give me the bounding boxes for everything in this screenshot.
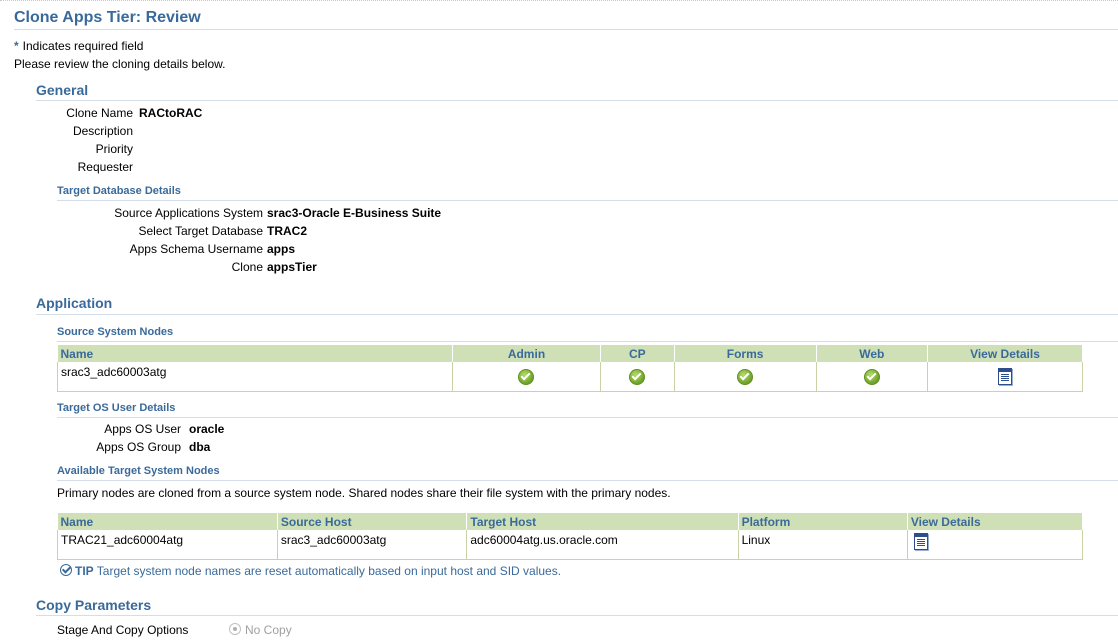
table-header-row: Name Source Host Target Host Platform Vi… — [57, 513, 1084, 530]
source-nodes-divider — [57, 341, 1118, 342]
target-nodes-divider — [57, 480, 1118, 481]
os-user-divider — [57, 417, 1118, 418]
table-header-row: Name Admin CP Forms Web View Details — [57, 345, 1084, 362]
tip-check-icon — [60, 564, 72, 576]
description-label: Description — [72, 124, 133, 138]
admin-cell — [451, 362, 602, 392]
target-database-heading: Target Database Details — [57, 185, 181, 197]
apps-os-user-label: Apps OS User — [104, 422, 181, 436]
column-view-details: View Details — [927, 345, 1084, 362]
page-top-border — [0, 0, 1118, 1]
column-source-host: Source Host — [277, 513, 468, 530]
table-row: TRAC21_adc60004atg srac3_adc60003atg adc… — [57, 530, 1084, 560]
required-note-text: Indicates required field — [22, 39, 144, 53]
source-app-system-value: srac3-Oracle E-Business Suite — [267, 206, 442, 220]
check-icon — [629, 368, 646, 385]
column-cp: CP — [600, 345, 675, 362]
view-details-cell — [906, 530, 1084, 560]
target-database-divider — [57, 200, 1118, 201]
tip-text: Target system node names are reset autom… — [96, 564, 562, 578]
clone-label: Clone — [231, 260, 263, 274]
general-heading: General — [36, 82, 89, 98]
check-icon — [863, 368, 880, 385]
radio-button[interactable] — [229, 623, 241, 635]
required-star-icon: * — [14, 39, 19, 53]
no-copy-label: No Copy — [245, 623, 292, 637]
web-cell — [815, 362, 928, 392]
column-web: Web — [816, 345, 928, 362]
intro-text: Please review the cloning details below. — [14, 57, 226, 71]
target-database-label: Select Target Database — [138, 224, 263, 238]
target-nodes-description: Primary nodes are cloned from a source s… — [57, 486, 671, 500]
copy-parameters-divider — [36, 615, 1118, 616]
column-admin: Admin — [452, 345, 602, 362]
application-heading: Application — [36, 295, 113, 311]
general-divider — [36, 100, 1118, 101]
column-name: Name — [57, 345, 453, 362]
apps-schema-username-label: Apps Schema Username — [129, 242, 263, 256]
source-node-name: srac3_adc60003atg — [57, 362, 453, 392]
target-nodes-table: Name Source Host Target Host Platform Vi… — [57, 513, 1084, 560]
os-user-heading: Target OS User Details — [57, 402, 176, 414]
clone-name-label: Clone Name — [66, 106, 133, 120]
target-node-name: TRAC21_adc60004atg — [57, 530, 278, 560]
cp-cell — [600, 362, 675, 392]
title-divider — [14, 29, 1118, 30]
clone-name-value: RACtoRAC — [139, 106, 203, 120]
check-icon — [518, 368, 535, 385]
table-row: srac3_adc60003atg — [57, 362, 1084, 392]
column-forms: Forms — [674, 345, 817, 362]
apps-os-user-value: oracle — [189, 422, 225, 436]
column-target-host: Target Host — [466, 513, 739, 530]
application-divider — [36, 314, 1118, 315]
source-nodes-heading: Source System Nodes — [57, 326, 174, 338]
column-view-details: View Details — [907, 513, 1084, 530]
page-title: Clone Apps Tier: Review — [14, 9, 201, 26]
tip-note: TIP Target system node names are reset a… — [60, 564, 561, 578]
platform-cell: Linux — [737, 530, 908, 560]
apps-schema-username-value: apps — [267, 242, 296, 256]
check-icon — [737, 368, 754, 385]
view-details-icon[interactable] — [913, 533, 928, 550]
required-field-note: * Indicates required field — [14, 39, 143, 53]
view-details-icon[interactable] — [997, 368, 1012, 385]
column-platform: Platform — [738, 513, 908, 530]
column-name: Name — [57, 513, 278, 530]
apps-os-group-value: dba — [189, 440, 211, 454]
tip-label: TIP — [75, 564, 94, 578]
target-database-value: TRAC2 — [267, 224, 308, 238]
forms-cell — [673, 362, 817, 392]
no-copy-option: No Copy — [229, 623, 292, 637]
requester-label: Requester — [77, 160, 133, 174]
target-nodes-heading: Available Target System Nodes — [57, 465, 220, 477]
clone-value: appsTier — [267, 260, 317, 274]
apps-os-group-label: Apps OS Group — [96, 440, 181, 454]
view-details-cell — [926, 362, 1084, 392]
stage-copy-label: Stage And Copy Options — [57, 623, 189, 637]
source-host-cell: srac3_adc60003atg — [276, 530, 468, 560]
copy-parameters-heading: Copy Parameters — [36, 597, 152, 613]
priority-label: Priority — [95, 142, 133, 156]
source-app-system-label: Source Applications System — [114, 206, 263, 220]
source-nodes-table: Name Admin CP Forms Web View Details sra… — [57, 345, 1084, 392]
target-host-cell: adc60004atg.us.oracle.com — [466, 530, 739, 560]
